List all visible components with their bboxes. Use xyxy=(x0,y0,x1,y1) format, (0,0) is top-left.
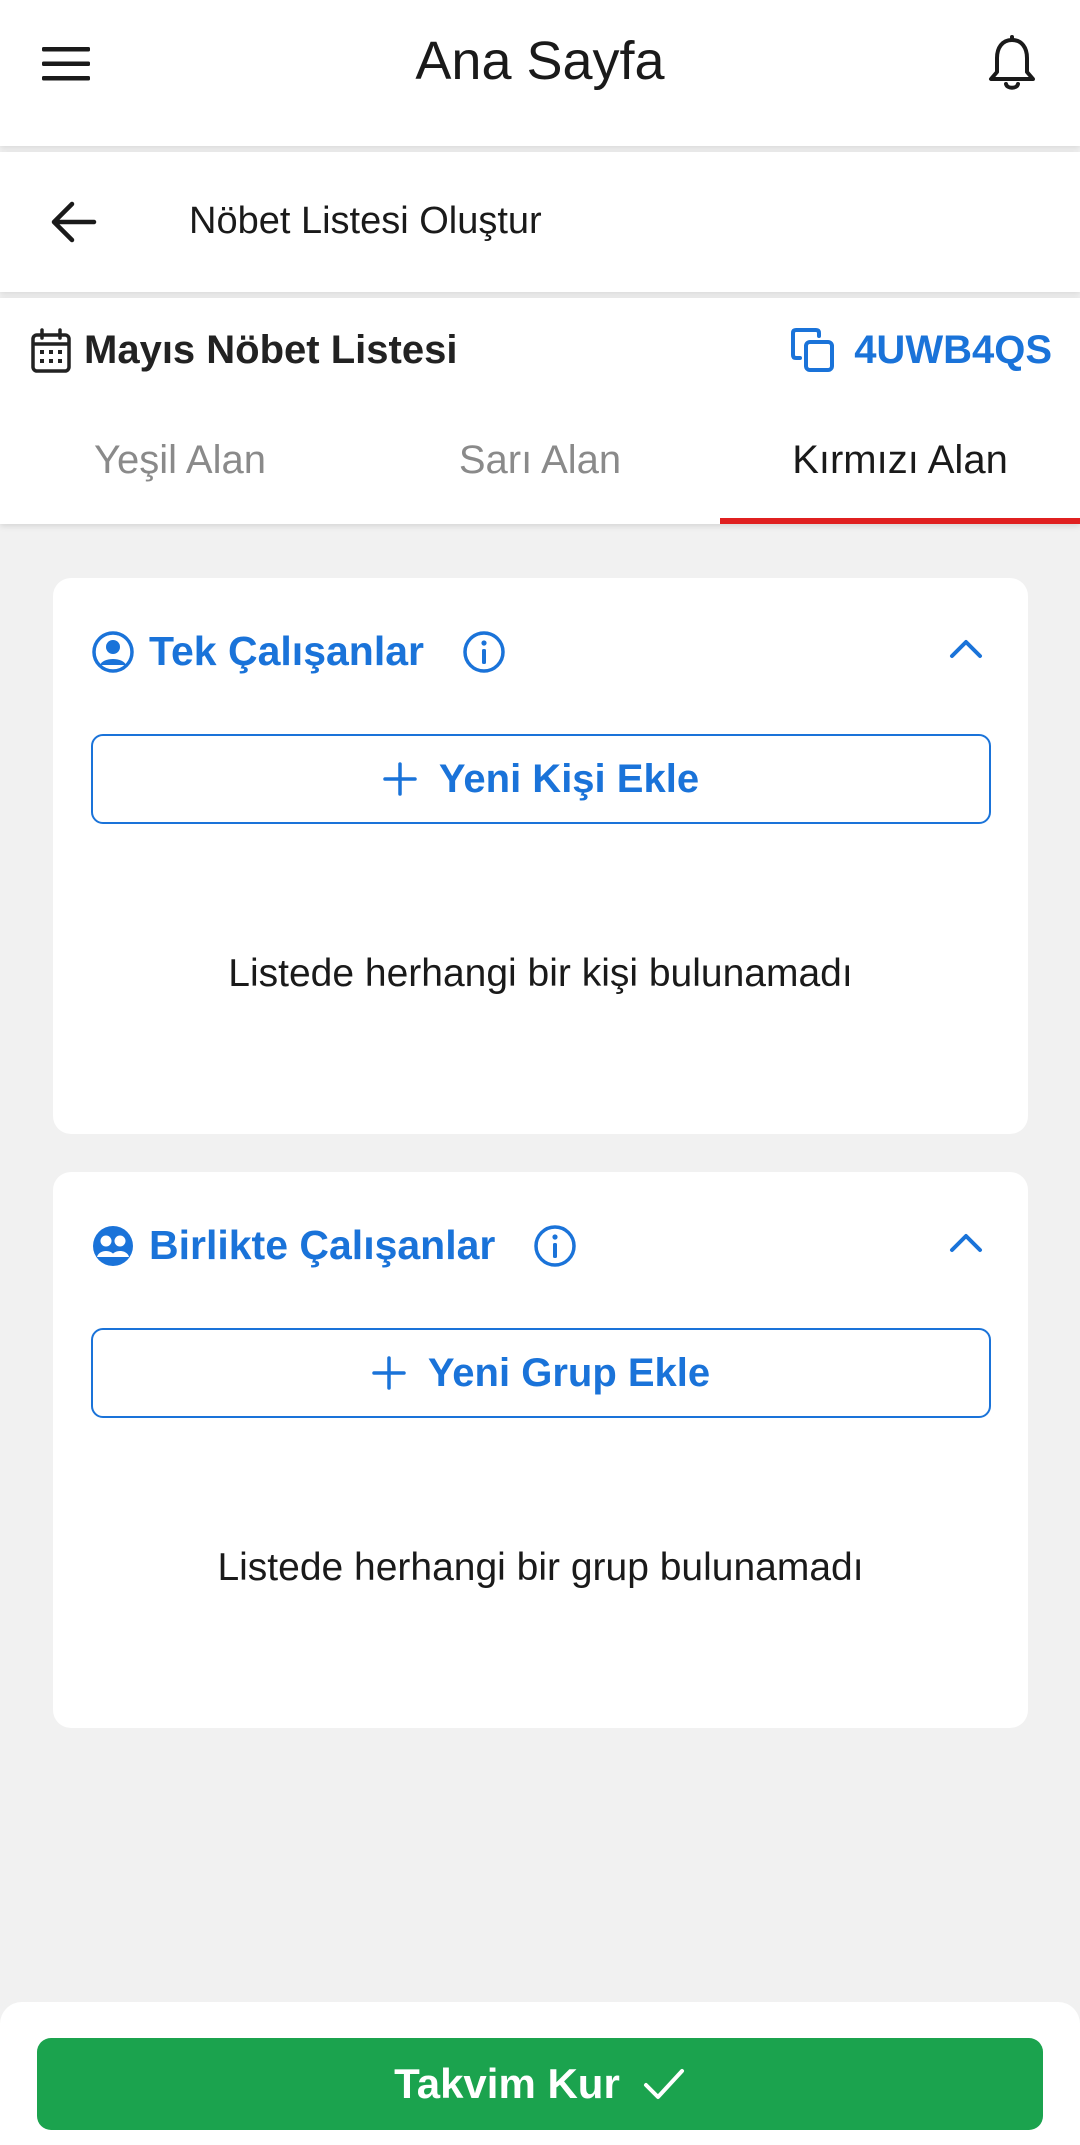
list-code: 4UWB4QS xyxy=(854,327,1052,372)
add-group-button[interactable]: Yeni Grup Ekle xyxy=(91,1328,991,1418)
arrow-left-icon[interactable] xyxy=(48,196,100,248)
sub-header: Nöbet Listesi Oluştur xyxy=(0,152,1080,292)
check-icon xyxy=(643,2069,684,2099)
footer-bar: Takvim Kur xyxy=(0,2002,1080,2145)
section-title: Tek Çalışanlar xyxy=(149,628,424,674)
chevron-up-icon[interactable] xyxy=(946,1228,986,1256)
sub-header-title: Nöbet Listesi Oluştur xyxy=(189,200,542,242)
plus-icon xyxy=(372,1356,406,1390)
group-icon xyxy=(93,1225,133,1266)
tab-kirmizi-alan[interactable]: Kırmızı Alan xyxy=(720,418,1080,524)
tab-sari-alan[interactable]: Sarı Alan xyxy=(360,418,720,524)
bell-icon[interactable] xyxy=(984,34,1040,94)
area-tabs: Yeşil Alan Sarı Alan Kırmızı Alan xyxy=(0,418,1080,524)
page-title: Ana Sayfa xyxy=(415,31,665,91)
info-icon[interactable] xyxy=(462,630,506,674)
add-person-label: Yeni Kişi Ekle xyxy=(438,756,700,801)
section-card-single-workers: Tek Çalışanlar Yeni Kişi Ekle Listede he… xyxy=(53,578,1028,1134)
section-header[interactable]: Birlikte Çalışanlar xyxy=(91,1222,577,1269)
list-header: Mayıs Nöbet Listesi 4UWB4QS Yeşil Alan S… xyxy=(0,298,1080,524)
copy-code-button[interactable]: 4UWB4QS xyxy=(790,326,1052,374)
empty-state-text: Listede herhangi bir kişi bulunamadı xyxy=(228,952,853,995)
plus-icon xyxy=(383,762,417,796)
section-title: Birlikte Çalışanlar xyxy=(149,1222,496,1268)
build-calendar-label: Takvim Kur xyxy=(394,2060,620,2107)
calendar-icon xyxy=(31,328,71,373)
section-card-group-workers: Birlikte Çalışanlar Yeni Grup Ekle Liste… xyxy=(53,1172,1028,1728)
empty-state-text: Listede herhangi bir grup bulunamadı xyxy=(217,1546,864,1589)
build-calendar-button[interactable]: Takvim Kur xyxy=(37,2038,1043,2130)
section-header[interactable]: Tek Çalışanlar xyxy=(91,628,506,675)
copy-icon xyxy=(791,328,835,372)
list-name: Mayıs Nöbet Listesi xyxy=(84,328,458,372)
tab-yesil-alan[interactable]: Yeşil Alan xyxy=(0,418,360,524)
user-circle-icon xyxy=(92,630,134,673)
add-group-label: Yeni Grup Ekle xyxy=(427,1350,711,1395)
chevron-up-icon[interactable] xyxy=(946,634,986,662)
app-bar: Ana Sayfa xyxy=(0,0,1080,146)
add-person-button[interactable]: Yeni Kişi Ekle xyxy=(91,734,991,824)
info-icon[interactable] xyxy=(533,1224,577,1268)
